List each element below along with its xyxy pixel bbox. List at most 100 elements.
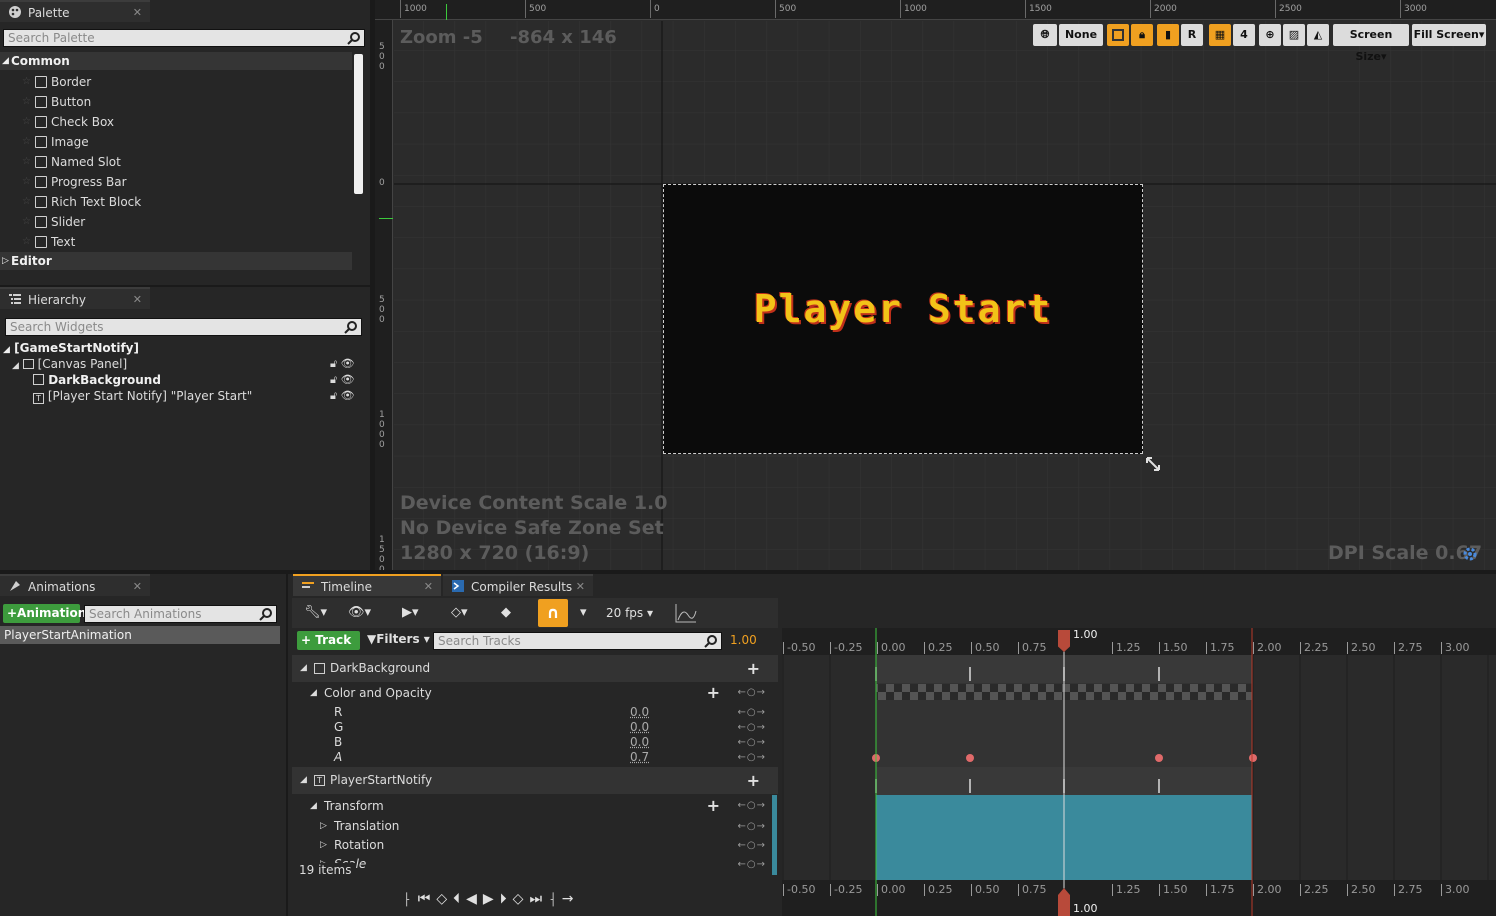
lock-icon[interactable]: 🔓︎ [330,373,337,386]
wrench-icon[interactable]: 🔧︎▾ [304,600,327,626]
layout-toggle[interactable]: ▮ [1157,24,1179,46]
curve-editor-icon[interactable] [675,603,697,623]
add-icon[interactable]: + [707,682,720,704]
key-nav-icon[interactable]: ←○→ [738,735,766,750]
a-value[interactable]: 0.7 [630,750,649,765]
set-end-icon[interactable]: ⸡ [548,891,562,907]
lock-toggle[interactable]: 🔒︎ [1131,24,1153,46]
favorite-star-icon[interactable]: ☆ [22,212,31,232]
play-dropdown-icon[interactable]: ▶▾ [402,600,419,626]
palette-item[interactable]: ☆ Progress Bar [0,172,352,192]
key-nav-icon[interactable]: ←○→ [738,705,766,720]
favorite-star-icon[interactable]: ☆ [22,152,31,172]
hierarchy-canvas-panel[interactable]: ◢ [Canvas Panel] [12,357,127,371]
eye-icon[interactable]: 👁︎ [341,389,355,402]
track-darkbackground[interactable]: ◢ DarkBackground + [292,655,778,682]
close-icon[interactable]: ✕ [424,576,433,598]
track-rotation[interactable]: ▷ Rotation ←○→ [292,836,778,855]
add-icon[interactable]: + [747,655,760,682]
eye-icon[interactable]: 👁︎ [341,373,355,386]
widget-canvas[interactable]: Player Start [663,184,1143,454]
close-icon[interactable]: ✕ [133,289,142,311]
track-channel-a[interactable]: A 0.7 ←○→ [292,750,778,765]
key-auto-icon[interactable]: ◆ [501,600,511,626]
palette-item[interactable]: ☆ Text [0,232,352,252]
fit-button[interactable]: ⊕ [1259,24,1281,46]
add-animation-button[interactable]: +Animation [3,604,86,623]
keyframe[interactable] [1155,754,1163,762]
b-value[interactable]: 0.0 [630,735,649,750]
tab-timeline[interactable]: Timeline ✕ [293,574,441,596]
key-nav-icon[interactable]: ←○→ [738,817,766,836]
palette-search-input[interactable]: Search Palette [3,29,365,47]
tab-animations[interactable]: Animations ✕ [0,574,150,596]
palette-scrollbar[interactable] [354,54,363,194]
tab-palette[interactable]: Palette ✕ [0,0,150,22]
favorite-star-icon[interactable]: ☆ [22,192,31,212]
none-dropdown[interactable]: None [1059,24,1103,46]
hierarchy-item-darkbackground[interactable]: DarkBackground [33,373,161,387]
jump-start-icon[interactable]: ⏮ [418,891,437,907]
background-button[interactable]: ▨ [1283,24,1305,46]
step-back-icon[interactable]: ⏴ [453,891,466,907]
eye-icon[interactable]: 👁︎ [341,357,355,370]
key-nav-icon[interactable]: ←○→ [738,682,766,704]
add-icon[interactable]: + [707,795,720,817]
add-icon[interactable]: + [747,767,760,794]
grid-snap-toggle[interactable]: ▦ [1209,24,1231,46]
r-button[interactable]: R [1181,24,1203,46]
grid-size-dropdown[interactable]: 4 [1233,24,1255,46]
filters-dropdown[interactable]: ▼Filters ▾ [367,632,430,646]
palette-category-editor[interactable]: ▷ Editor [0,252,352,270]
track-channel-g[interactable]: G 0.0 ←○→ [292,720,778,735]
palette-category-common[interactable]: ◢ Common [0,52,352,70]
favorite-star-icon[interactable]: ☆ [22,92,31,112]
current-time-field[interactable]: 1.00 [730,633,757,647]
key-icon[interactable]: ◇▾ [451,600,468,626]
palette-item[interactable]: ☆ Named Slot [0,152,352,172]
track-channel-r[interactable]: R 0.0 ←○→ [292,705,778,720]
eye-icon[interactable]: 👁︎▾ [348,600,371,626]
close-icon[interactable]: ✕ [576,576,585,598]
favorite-star-icon[interactable]: ☆ [22,232,31,252]
key-nav-icon[interactable]: ←○→ [738,750,766,765]
close-icon[interactable]: ✕ [133,2,142,24]
flip-button[interactable]: ◭ [1307,24,1329,46]
favorite-star-icon[interactable]: ☆ [22,72,31,92]
key-nav-icon[interactable]: ←○→ [738,795,766,817]
designer-viewport[interactable]: 1000 500 0 500 1000 1500 2000 2500 3000 500 0 500 1… [375,0,1496,570]
track-player-start-notify[interactable]: ◢ T PlayerStartNotify + [292,767,778,794]
tab-hierarchy[interactable]: Hierarchy ✕ [0,287,150,309]
key-nav-icon[interactable]: ←○→ [738,836,766,855]
favorite-star-icon[interactable]: ☆ [22,132,31,152]
search-tracks-input[interactable]: Search Tracks [433,632,722,650]
tab-compiler-results[interactable]: Compiler Results ✕ [443,574,593,596]
keyframe[interactable] [966,754,974,762]
player-start-text[interactable]: Player Start [664,287,1142,331]
track-scale[interactable]: ▷ Scale ←○→ [292,855,778,874]
step-forward-icon[interactable]: ⏵ [500,891,513,907]
play-reverse-icon[interactable]: ◀ [466,891,483,907]
next-key-icon[interactable]: ◇ [513,891,530,907]
track-translation[interactable]: ▷ Translation ←○→ [292,817,778,836]
loop-icon[interactable]: → [562,891,580,907]
prev-key-icon[interactable]: ◇ [436,891,453,907]
jump-end-icon[interactable]: ⏭ [529,891,548,907]
set-start-icon[interactable]: ⸠ [404,891,418,907]
close-icon[interactable]: ✕ [133,576,142,598]
gear-icon[interactable] [1461,545,1479,563]
keyframe[interactable] [1249,754,1257,762]
play-icon[interactable]: ▶ [483,891,500,907]
track-channel-b[interactable]: B 0.0 ←○→ [292,735,778,750]
hierarchy-item-player-start-notify[interactable]: T [Player Start Notify] "Player Start" [33,389,252,404]
lock-icon[interactable]: 🔓︎ [330,357,337,370]
palette-item[interactable]: ☆ Check Box [0,112,352,132]
r-value[interactable]: 0.0 [630,705,649,720]
key-nav-icon[interactable]: ←○→ [738,855,766,874]
world-space-button[interactable]: 🌐︎ [1033,24,1057,46]
favorite-star-icon[interactable]: ☆ [22,172,31,192]
fill-screen-dropdown[interactable]: Fill Screen▾ [1412,24,1486,46]
lock-icon[interactable]: 🔓︎ [330,389,337,402]
palette-item[interactable]: ☆ Rich Text Block [0,192,352,212]
palette-item[interactable]: ☆ Slider [0,212,352,232]
